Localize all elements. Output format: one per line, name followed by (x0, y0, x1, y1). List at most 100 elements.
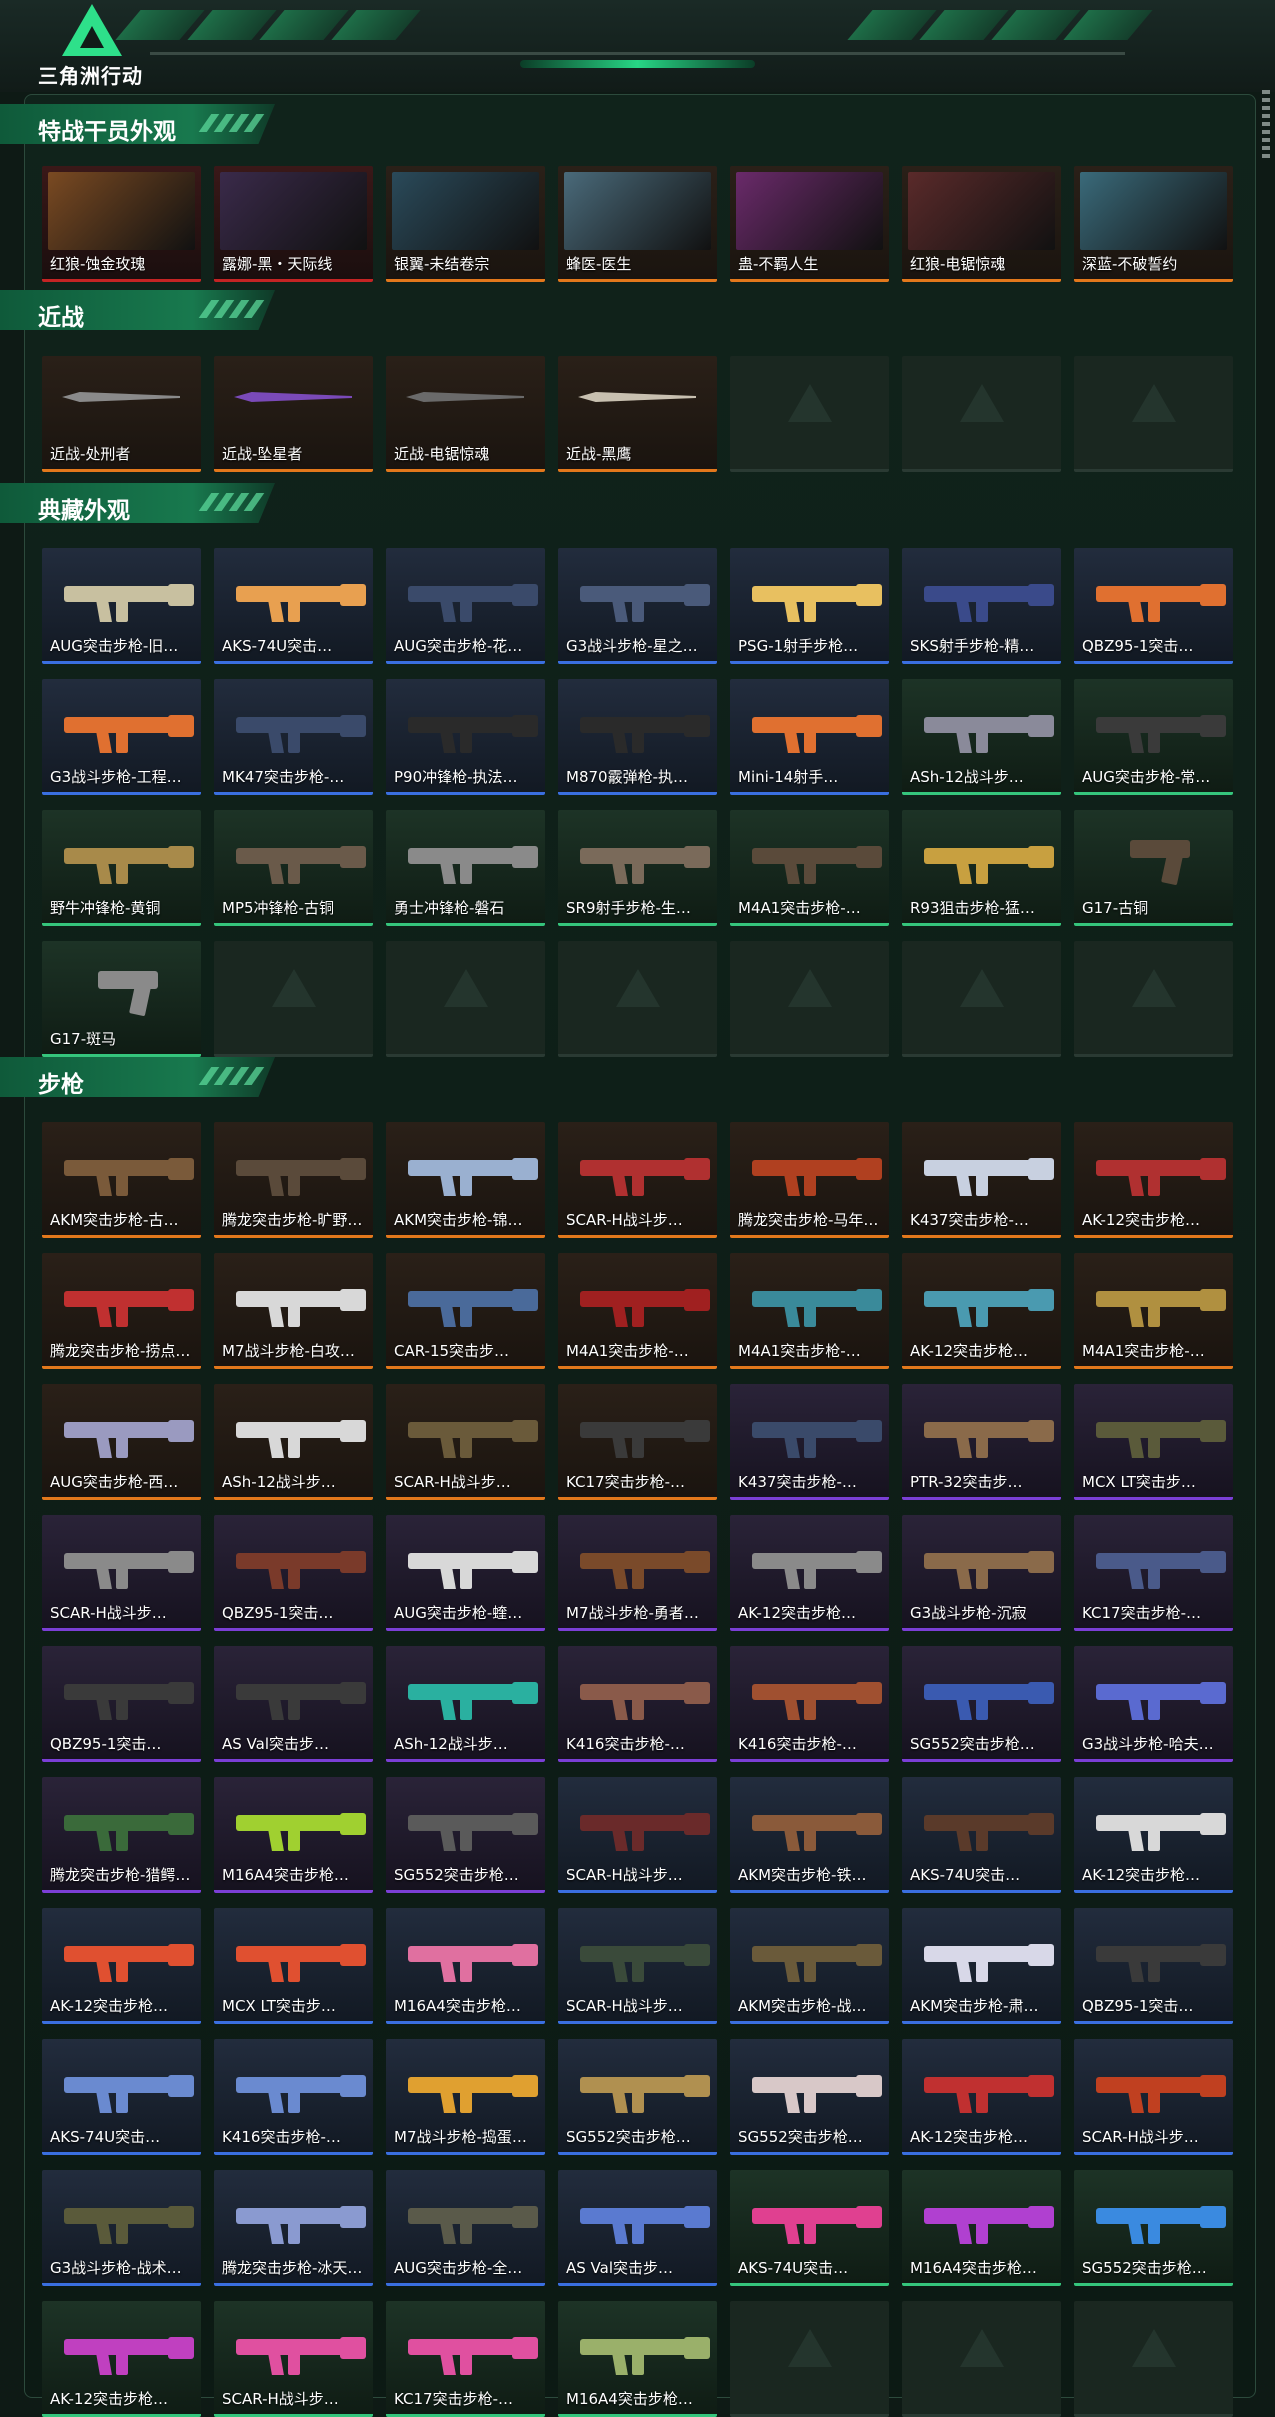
item-card[interactable]: ASh-12战斗步… (902, 679, 1061, 795)
item-card[interactable]: AKM突击步枪-古… (42, 1122, 201, 1238)
item-card[interactable]: AK-12突击步枪… (730, 1515, 889, 1631)
item-card[interactable]: K437突击步枪-… (730, 1384, 889, 1500)
scrollbar[interactable] (1262, 90, 1270, 160)
item-card[interactable]: QBZ95-1突击… (42, 1646, 201, 1762)
item-card[interactable]: K416突击步枪-… (214, 2039, 373, 2155)
item-card[interactable]: AKS-74U突击… (902, 1777, 1061, 1893)
item-card[interactable]: AS Val突击步… (214, 1646, 373, 1762)
item-card[interactable]: ASh-12战斗步… (214, 1384, 373, 1500)
item-card[interactable]: AK-12突击步枪… (42, 2301, 201, 2417)
item-card[interactable]: SKS射手步枪-精… (902, 548, 1061, 664)
item-card[interactable]: G3战斗步枪-沉寂 (902, 1515, 1061, 1631)
item-card[interactable]: SG552突击步枪… (1074, 2170, 1233, 2286)
item-card[interactable]: 腾龙突击步枪-冰天… (214, 2170, 373, 2286)
item-card[interactable]: 蛊-不羁人生 (730, 166, 889, 282)
item-card[interactable]: 勇士冲锋枪-磐石 (386, 810, 545, 926)
item-card[interactable]: Mini-14射手… (730, 679, 889, 795)
item-card[interactable]: 近战-黑鹰 (558, 356, 717, 472)
item-card[interactable]: M16A4突击步枪… (558, 2301, 717, 2417)
item-card[interactable]: SCAR-H战斗步… (558, 1777, 717, 1893)
item-card[interactable]: SCAR-H战斗步… (558, 1908, 717, 2024)
item-card[interactable]: AKM突击步枪-肃… (902, 1908, 1061, 2024)
item-card[interactable]: AK-12突击步枪… (902, 1253, 1061, 1369)
item-card[interactable]: 野牛冲锋枪-黄铜 (42, 810, 201, 926)
item-card[interactable]: 银翼-未结卷宗 (386, 166, 545, 282)
item-card[interactable]: MCX LT突击步… (1074, 1384, 1233, 1500)
item-card[interactable]: QBZ95-1突击… (1074, 1908, 1233, 2024)
item-card[interactable]: M16A4突击步枪… (386, 1908, 545, 2024)
item-card[interactable]: MK47突击步枪-… (214, 679, 373, 795)
item-card[interactable]: M4A1突击步枪-… (730, 810, 889, 926)
item-card[interactable]: QBZ95-1突击… (214, 1515, 373, 1631)
item-card[interactable]: KC17突击步枪-… (558, 1384, 717, 1500)
item-card[interactable]: AKS-74U突击… (214, 548, 373, 664)
item-card[interactable]: AUG突击步枪-蝰… (386, 1515, 545, 1631)
item-card[interactable]: M4A1突击步枪-… (730, 1253, 889, 1369)
item-card[interactable]: AK-12突击步枪… (42, 1908, 201, 2024)
item-card[interactable]: 蜂医-医生 (558, 166, 717, 282)
item-card[interactable]: SCAR-H战斗步… (558, 1122, 717, 1238)
item-card[interactable]: AK-12突击步枪… (1074, 1777, 1233, 1893)
item-card[interactable]: K416突击步枪-… (730, 1646, 889, 1762)
item-card[interactable]: G17-古铜 (1074, 810, 1233, 926)
item-card[interactable]: M16A4突击步枪… (214, 1777, 373, 1893)
item-card[interactable]: K437突击步枪-… (902, 1122, 1061, 1238)
item-card[interactable]: K416突击步枪-… (558, 1646, 717, 1762)
item-card[interactable]: AKM突击步枪-铁… (730, 1777, 889, 1893)
item-card[interactable]: AUG突击步枪-花… (386, 548, 545, 664)
item-card[interactable]: SCAR-H战斗步… (1074, 2039, 1233, 2155)
item-card[interactable]: 腾龙突击步枪-马年… (730, 1122, 889, 1238)
item-card[interactable]: 红狼-蚀金玫瑰 (42, 166, 201, 282)
item-card[interactable]: AKS-74U突击… (730, 2170, 889, 2286)
item-card[interactable]: AKM突击步枪-战… (730, 1908, 889, 2024)
item-card[interactable]: AUG突击步枪-全… (386, 2170, 545, 2286)
item-card[interactable]: PSG-1射手步枪… (730, 548, 889, 664)
item-card[interactable]: SCAR-H战斗步… (42, 1515, 201, 1631)
item-card[interactable]: CAR-15突击步… (386, 1253, 545, 1369)
item-card[interactable]: 露娜-黑・天际线 (214, 166, 373, 282)
item-card[interactable]: M7战斗步枪-白攻… (214, 1253, 373, 1369)
item-card[interactable]: SG552突击步枪… (558, 2039, 717, 2155)
item-card[interactable]: SR9射手步枪-生… (558, 810, 717, 926)
item-card[interactable]: ASh-12战斗步… (386, 1646, 545, 1762)
item-card[interactable]: SCAR-H战斗步… (386, 1384, 545, 1500)
item-card[interactable]: AUG突击步枪-西… (42, 1384, 201, 1500)
item-card[interactable]: M16A4突击步枪… (902, 2170, 1061, 2286)
item-card[interactable]: SG552突击步枪… (386, 1777, 545, 1893)
item-card[interactable]: 近战-处刑者 (42, 356, 201, 472)
item-card[interactable]: 近战-电锯惊魂 (386, 356, 545, 472)
item-card[interactable]: 腾龙突击步枪-猎鳄… (42, 1777, 201, 1893)
item-card[interactable]: G3战斗步枪-星之… (558, 548, 717, 664)
item-card[interactable]: SG552突击步枪… (902, 1646, 1061, 1762)
item-card[interactable]: SCAR-H战斗步… (214, 2301, 373, 2417)
item-card[interactable]: AK-12突击步枪… (1074, 1122, 1233, 1238)
item-card[interactable]: M4A1突击步枪-… (1074, 1253, 1233, 1369)
item-card[interactable]: KC17突击步枪-… (1074, 1515, 1233, 1631)
item-card[interactable]: AKS-74U突击… (42, 2039, 201, 2155)
item-card[interactable]: M870霰弹枪-执… (558, 679, 717, 795)
item-card[interactable]: 近战-坠星者 (214, 356, 373, 472)
item-card[interactable]: MCX LT突击步… (214, 1908, 373, 2024)
item-card[interactable]: M4A1突击步枪-… (558, 1253, 717, 1369)
item-card[interactable]: G3战斗步枪-工程… (42, 679, 201, 795)
item-card[interactable]: AUG突击步枪-常… (1074, 679, 1233, 795)
item-card[interactable]: SG552突击步枪… (730, 2039, 889, 2155)
item-card[interactable]: AKM突击步枪-锦… (386, 1122, 545, 1238)
item-card[interactable]: KC17突击步枪-… (386, 2301, 545, 2417)
item-card[interactable]: G3战斗步枪-哈夫… (1074, 1646, 1233, 1762)
item-card[interactable]: P90冲锋枪-执法… (386, 679, 545, 795)
item-card[interactable]: AUG突击步枪-旧… (42, 548, 201, 664)
item-card[interactable]: AS Val突击步… (558, 2170, 717, 2286)
item-card[interactable]: M7战斗步枪-勇者… (558, 1515, 717, 1631)
item-card[interactable]: 红狼-电锯惊魂 (902, 166, 1061, 282)
item-card[interactable]: R93狙击步枪-猛… (902, 810, 1061, 926)
item-card[interactable]: AK-12突击步枪… (902, 2039, 1061, 2155)
item-card[interactable]: QBZ95-1突击… (1074, 548, 1233, 664)
item-card[interactable]: 腾龙突击步枪-旷野… (214, 1122, 373, 1238)
item-card[interactable]: G17-斑马 (42, 941, 201, 1057)
item-card[interactable]: 深蓝-不破誓约 (1074, 166, 1233, 282)
item-card[interactable]: PTR-32突击步… (902, 1384, 1061, 1500)
item-card[interactable]: G3战斗步枪-战术… (42, 2170, 201, 2286)
item-card[interactable]: 腾龙突击步枪-捞点… (42, 1253, 201, 1369)
item-card[interactable]: M7战斗步枪-捣蛋… (386, 2039, 545, 2155)
